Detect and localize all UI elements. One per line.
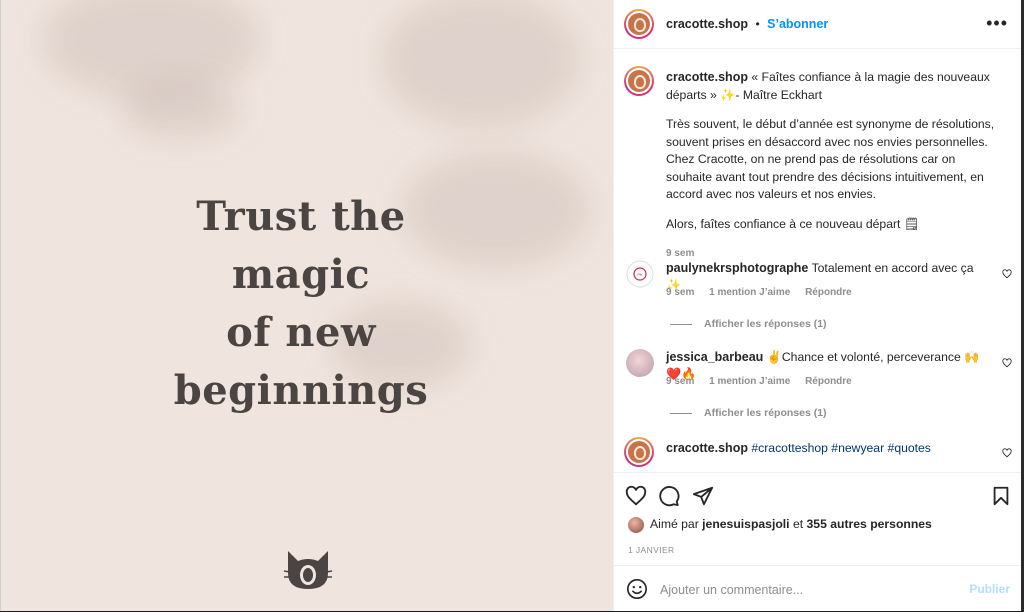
- smiley-icon[interactable]: [626, 578, 648, 600]
- more-horizontal-icon[interactable]: •••: [986, 14, 1008, 32]
- follow-button[interactable]: S’abonner: [767, 17, 828, 31]
- leaf-shadow: [381, 0, 581, 130]
- timestamp[interactable]: 9 sem: [666, 248, 694, 259]
- svg-text:PK: PK: [637, 272, 643, 277]
- liked-by-prefix: Aimé par: [650, 517, 699, 532]
- quote-text: Trust the magic of new beginnings: [151, 188, 451, 420]
- comment-icon[interactable]: [658, 485, 680, 507]
- username-link[interactable]: paulynekrsphotographe: [666, 261, 808, 275]
- username-link[interactable]: cracotte.shop: [666, 70, 748, 84]
- likes-count[interactable]: 1 mention J’aime: [709, 376, 790, 387]
- username-link[interactable]: jessica_barbeau: [666, 350, 763, 364]
- avatar[interactable]: PK: [626, 260, 654, 288]
- liked-by-user[interactable]: jenesuispasjoli: [702, 517, 789, 531]
- likes-count[interactable]: 1 mention J’aime: [709, 287, 790, 298]
- comment-text: cracotte.shop #cracotteshop #newyear #qu…: [666, 440, 986, 457]
- quote-line: beginnings: [173, 367, 429, 414]
- liked-by-middle: et: [792, 517, 804, 532]
- comments-list[interactable]: cracotte.shop « Faîtes confiance à la ma…: [614, 49, 1022, 472]
- add-comment-bar: Publier: [614, 565, 1022, 612]
- heart-icon[interactable]: [1002, 269, 1012, 279]
- leaf-shadow: [121, 80, 241, 140]
- post-caption: cracotte.shop « Faîtes confiance à la ma…: [666, 69, 996, 263]
- timestamp[interactable]: 9 sem: [666, 287, 694, 298]
- avatar[interactable]: [624, 66, 654, 96]
- username-link[interactable]: cracotte.shop: [666, 17, 748, 31]
- liked-by: Aimé par jenesuispasjoli et 355 autres p…: [628, 517, 932, 533]
- divider: [670, 412, 692, 414]
- view-replies-button[interactable]: Afficher les réponses (1): [670, 318, 827, 330]
- heart-icon[interactable]: [1002, 358, 1012, 368]
- quote-line: Trust the: [196, 193, 406, 240]
- bookmark-icon[interactable]: [990, 485, 1012, 507]
- caption-paragraph: Très souvent, le début d’année est synon…: [666, 117, 995, 201]
- view-replies-label: Afficher les réponses (1): [704, 318, 827, 330]
- comment-meta: 9 sem 1 mention J’aime Répondre: [666, 376, 864, 387]
- view-replies-label: Afficher les réponses (1): [704, 407, 827, 419]
- post-actions: Aimé par jenesuispasjoli et 355 autres p…: [614, 472, 1022, 565]
- caption-closing: Alors, faîtes confiance à ce nouveau dép…: [666, 216, 920, 231]
- post-image[interactable]: Trust the magic of new beginnings: [0, 0, 613, 611]
- heart-icon[interactable]: [625, 485, 647, 507]
- reply-button[interactable]: Répondre: [805, 376, 852, 387]
- publish-button[interactable]: Publier: [969, 582, 1010, 596]
- divider: [670, 323, 692, 325]
- view-replies-button[interactable]: Afficher les réponses (1): [670, 407, 827, 419]
- comment-meta: 9 sem 1 mention J’aime Répondre: [666, 287, 864, 298]
- avatar[interactable]: [624, 437, 654, 467]
- hashtags[interactable]: #cracotteshop #newyear #quotes: [751, 441, 931, 455]
- separator: •: [755, 17, 760, 31]
- avatar[interactable]: [628, 517, 644, 533]
- heart-icon[interactable]: [1002, 448, 1012, 458]
- username-link[interactable]: cracotte.shop: [666, 441, 748, 455]
- comment-input[interactable]: [658, 578, 962, 602]
- avatar[interactable]: [624, 9, 654, 39]
- post-sidebar: cracotte.shop • S’abonner ••• cracotte.s…: [613, 0, 1022, 611]
- post-date[interactable]: 1 JANVIER: [628, 545, 675, 555]
- quote-line: magic: [231, 251, 371, 298]
- cat-face-icon: [283, 551, 333, 589]
- header-user: cracotte.shop • S’abonner: [666, 17, 828, 31]
- send-icon[interactable]: [692, 485, 714, 507]
- timestamp[interactable]: 9 sem: [666, 376, 694, 387]
- quote-line: of new: [226, 309, 376, 356]
- likes-count-link[interactable]: 355 autres personnes: [807, 517, 932, 531]
- avatar[interactable]: [626, 349, 654, 377]
- reply-button[interactable]: Répondre: [805, 287, 852, 298]
- instagram-post-modal: Trust the magic of new beginnings cracot…: [0, 0, 1024, 611]
- post-header: cracotte.shop • S’abonner •••: [614, 0, 1022, 49]
